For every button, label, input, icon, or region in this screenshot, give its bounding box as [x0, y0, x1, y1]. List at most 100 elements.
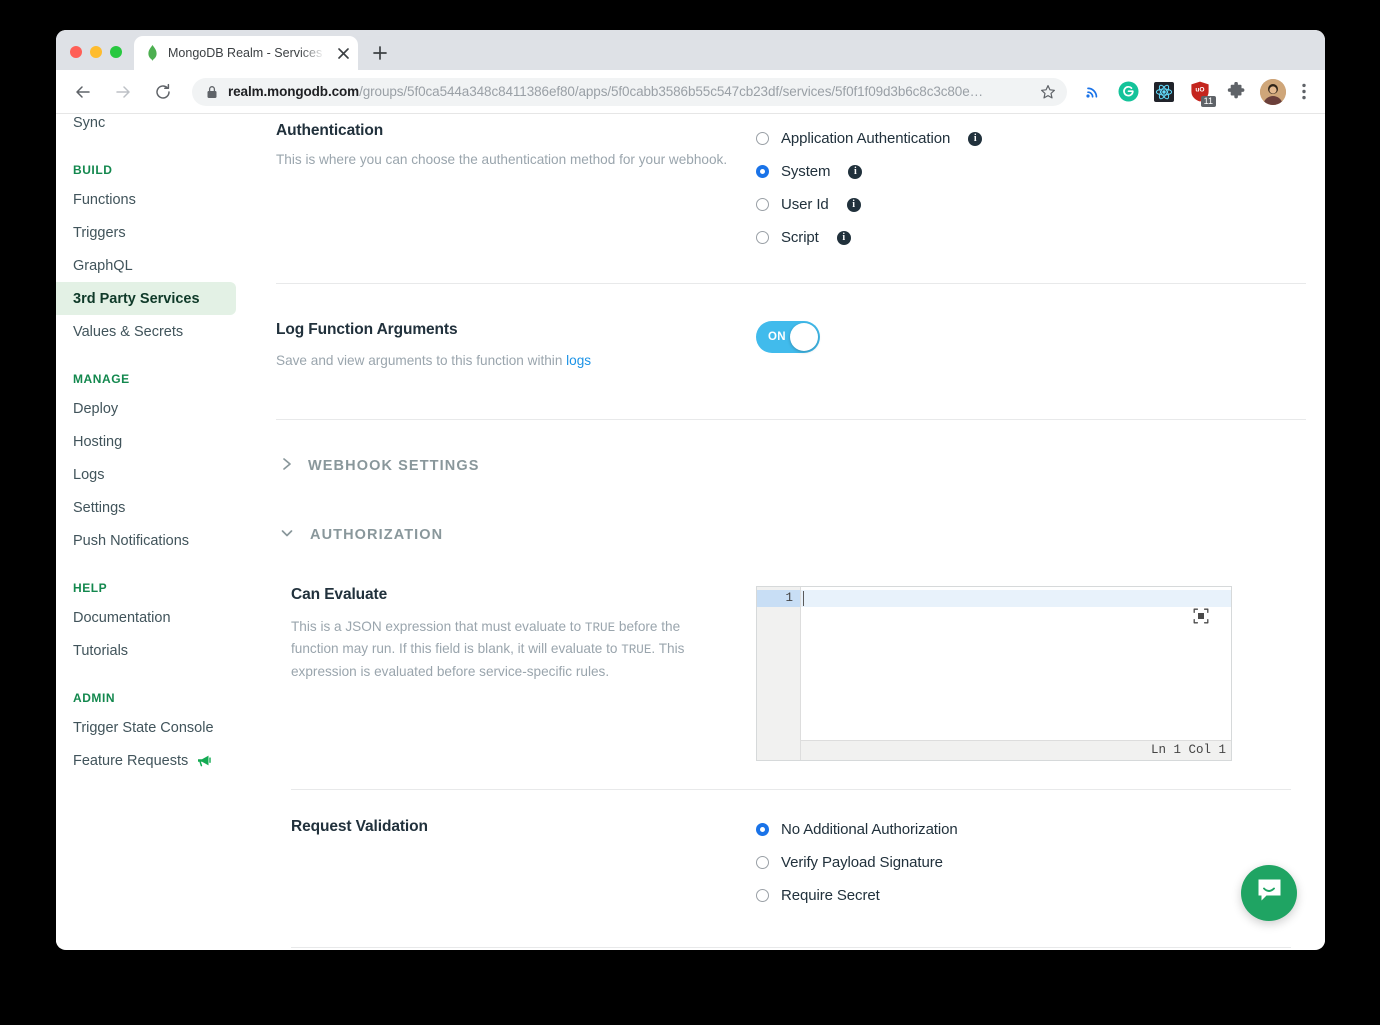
radio-require-secret[interactable]: Require Secret: [756, 879, 1325, 912]
ublock-badge: 11: [1200, 95, 1216, 107]
sidebar-item-label: Tutorials: [73, 642, 129, 659]
three-dot-menu-icon[interactable]: [1293, 79, 1315, 105]
browser-window: MongoDB Realm - Services - k realm.mongo…: [56, 30, 1325, 950]
star-icon[interactable]: [1035, 79, 1061, 105]
window-close-button[interactable]: [70, 46, 82, 58]
can-evaluate-code-editor[interactable]: 1 Ln 1 Col 1: [756, 586, 1232, 762]
sidebar-item-deploy[interactable]: Deploy: [56, 392, 236, 425]
radio-user-id[interactable]: User Id i: [756, 188, 1325, 221]
authentication-description: This is where you can choose the authent…: [276, 152, 728, 167]
sidebar-item-label: Logs: [73, 466, 105, 483]
sidebar-item-documentation[interactable]: Documentation: [56, 601, 236, 634]
cast-icon[interactable]: [1080, 80, 1104, 104]
radio-label: Script: [781, 229, 819, 246]
log-args-description: Save and view arguments to this function…: [276, 350, 756, 372]
sidebar-item-label: Deploy: [73, 400, 119, 417]
radio-button[interactable]: [756, 889, 769, 903]
mongodb-leaf-icon: [146, 45, 159, 61]
back-arrow-icon[interactable]: [68, 77, 98, 107]
code-true-1: TRUE: [584, 621, 616, 636]
page-body: Sync BUILD Functions Triggers GraphQL 3r…: [56, 114, 1325, 948]
chevron-right-icon[interactable]: [281, 456, 293, 477]
authorization-caption: AUTHORIZATION: [310, 527, 444, 544]
sidebar-item-feature-requests[interactable]: Feature Requests: [56, 744, 236, 777]
logs-link[interactable]: logs: [566, 353, 591, 368]
request-validation-section: Request Validation No Additional Authori…: [276, 790, 1325, 912]
chevron-down-icon[interactable]: [279, 525, 295, 546]
svg-text:uO: uO: [1195, 87, 1204, 94]
sidebar-item-values-and-secrets[interactable]: Values & Secrets: [56, 315, 236, 348]
editor-line-number: 1: [757, 590, 800, 608]
sidebar-item-hosting[interactable]: Hosting: [56, 425, 236, 458]
info-icon[interactable]: i: [848, 164, 863, 179]
sidebar-item-push-notifications[interactable]: Push Notifications: [56, 524, 236, 557]
browser-tab-title: MongoDB Realm - Services - k: [168, 46, 325, 60]
info-icon[interactable]: i: [968, 131, 983, 146]
browser-toolbar: realm.mongodb.com/groups/5f0ca544a348c84…: [56, 70, 1325, 114]
radio-button[interactable]: [756, 231, 769, 244]
sidebar-item-label: GraphQL: [73, 257, 133, 274]
can-evaluate-title: Can Evaluate: [291, 586, 388, 604]
sidebar-item-label: Push Notifications: [73, 532, 190, 549]
log-function-arguments-section: Log Function Arguments Save and view arg…: [276, 284, 1325, 372]
window-minimize-button[interactable]: [90, 46, 102, 58]
fullscreen-expand-icon[interactable]: [1193, 608, 1209, 624]
desc-part-1: This is a JSON expression that must eval…: [291, 619, 585, 635]
window-maximize-button[interactable]: [110, 46, 122, 58]
info-icon[interactable]: i: [836, 230, 851, 245]
radio-button[interactable]: [756, 198, 769, 211]
sidebar-section-admin: ADMIN: [73, 690, 116, 705]
sidebar-section-manage: MANAGE: [73, 371, 130, 386]
editor-text-area[interactable]: Ln 1 Col 1: [801, 587, 1231, 761]
editor-status-bar: Ln 1 Col 1: [801, 740, 1231, 761]
ublock-origin-icon[interactable]: uO 11: [1188, 80, 1216, 107]
radio-button[interactable]: [756, 165, 769, 178]
sidebar-item-logs[interactable]: Logs: [56, 458, 236, 491]
request-validation-options: No Additional Authorization Verify Paylo…: [756, 813, 1325, 912]
divider: [276, 419, 1306, 421]
radio-system[interactable]: System i: [756, 155, 1325, 188]
sidebar-item-sync[interactable]: Sync: [56, 114, 236, 139]
info-icon[interactable]: i: [846, 197, 861, 212]
browser-tab-strip: MongoDB Realm - Services - k: [56, 30, 1325, 70]
grammarly-icon[interactable]: [1116, 80, 1140, 104]
divider: [291, 947, 1291, 948]
editor-active-line[interactable]: [801, 590, 1231, 608]
authorization-header[interactable]: AUTHORIZATION: [279, 520, 1325, 550]
forward-arrow-icon[interactable]: [108, 77, 138, 107]
browser-tab[interactable]: MongoDB Realm - Services - k: [134, 36, 358, 70]
reload-icon[interactable]: [148, 77, 178, 107]
radio-button[interactable]: [756, 856, 769, 870]
text-caret: [803, 591, 804, 607]
log-args-control-col: ON: [756, 321, 1325, 353]
radio-label: User Id: [781, 196, 829, 213]
sidebar-item-tutorials[interactable]: Tutorials: [56, 634, 236, 667]
sidebar-item-functions[interactable]: Functions: [56, 183, 236, 216]
intercom-chat-launcher[interactable]: [1241, 865, 1297, 921]
can-evaluate-label-col: Can Evaluate This is a JSON expression t…: [291, 586, 756, 761]
sidebar-item-3rd-party-services[interactable]: 3rd Party Services: [56, 282, 236, 315]
radio-button[interactable]: [756, 823, 769, 837]
new-tab-button[interactable]: [366, 39, 394, 67]
radio-script[interactable]: Script i: [756, 221, 1325, 254]
webhook-settings-header[interactable]: WEBHOOK SETTINGS: [281, 451, 1325, 481]
window-traffic-lights: [56, 46, 134, 70]
radio-no-additional-authorization[interactable]: No Additional Authorization: [756, 813, 1325, 846]
sidebar-item-trigger-state-console[interactable]: Trigger State Console: [56, 711, 236, 744]
puzzle-extensions-icon[interactable]: [1224, 80, 1248, 104]
megaphone-icon: [197, 754, 212, 767]
avatar[interactable]: [1260, 78, 1286, 105]
log-args-label-col: Log Function Arguments Save and view arg…: [276, 321, 756, 372]
react-devtools-icon[interactable]: [1152, 80, 1176, 104]
sidebar-item-settings[interactable]: Settings: [56, 491, 236, 524]
sidebar-item-triggers[interactable]: Triggers: [56, 216, 236, 249]
log-function-arguments-toggle[interactable]: ON: [756, 321, 820, 353]
radio-label: Verify Payload Signature: [781, 854, 943, 872]
address-bar[interactable]: realm.mongodb.com/groups/5f0ca544a348c84…: [192, 77, 1067, 106]
radio-application-authentication[interactable]: Application Authentication i: [756, 122, 1325, 155]
radio-verify-payload-signature[interactable]: Verify Payload Signature: [756, 846, 1325, 879]
radio-button[interactable]: [756, 132, 769, 145]
close-icon[interactable]: [334, 44, 352, 62]
sidebar-item-graphql[interactable]: GraphQL: [56, 249, 236, 282]
url-text: realm.mongodb.com/groups/5f0ca544a348c84…: [228, 84, 1035, 99]
